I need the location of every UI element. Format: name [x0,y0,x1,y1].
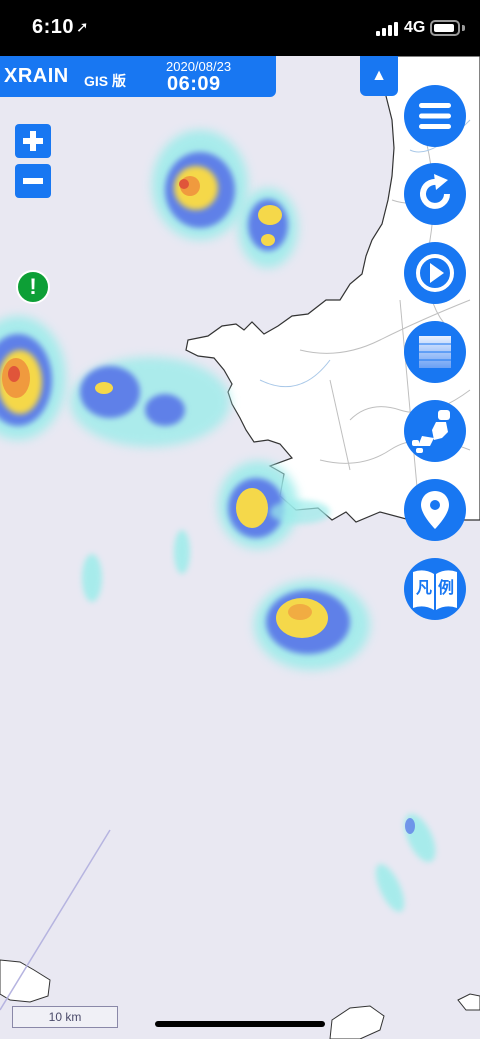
rain-cell-north-east [238,188,298,268]
network-type: 4G [404,19,426,36]
menu-button[interactable] [404,85,466,147]
current-location-button[interactable] [404,479,466,541]
location-arrow-icon: ➚ [76,19,89,36]
exclamation-icon[interactable]: ! [16,270,50,304]
zoom-in-button[interactable] [15,124,51,158]
observation-time: 06:09 [167,73,221,95]
opacity-button[interactable] [404,321,466,383]
layer-gradient-icon [419,336,451,368]
cellular-signal-icon [376,22,398,36]
rain-band-central [70,357,230,447]
status-time: 6:10 [32,16,75,38]
zoom-out-button[interactable] [15,164,51,198]
hamburger-menu-icon [419,103,451,129]
rain-cell-north [152,130,248,240]
app-subtitle: GIS 版 [84,73,127,89]
japan-map-icon [412,410,450,453]
refresh-icon [420,174,450,209]
refresh-button[interactable] [404,163,466,225]
legend-char-left: 凡 [416,580,433,597]
observation-date: 2020/08/23 [166,59,232,74]
legend-char-right: 例 [438,580,455,597]
scale-bar: 10 km [12,1006,118,1028]
triangle-up-icon: ▲ [371,67,387,84]
play-icon [416,254,454,292]
status-bar: 6:10 ➚ 4G [0,0,480,56]
rain-cell-south [254,580,370,670]
home-indicator[interactable] [155,1021,325,1027]
app-title: XRAIN [4,65,69,87]
battery-cap [462,25,465,31]
collapse-button[interactable]: ▲ [360,56,398,96]
app-header: XRAIN GIS 版 2020/08/23 06:09 [0,56,276,97]
battery-icon [430,20,460,36]
scale-label: 10 km [48,1010,82,1024]
japan-map-button[interactable] [404,400,466,462]
map-pin-icon [421,491,449,529]
legend-button[interactable]: 凡 例 [404,558,466,620]
legend-label: 凡 例 [404,558,466,620]
play-button[interactable] [404,242,466,304]
